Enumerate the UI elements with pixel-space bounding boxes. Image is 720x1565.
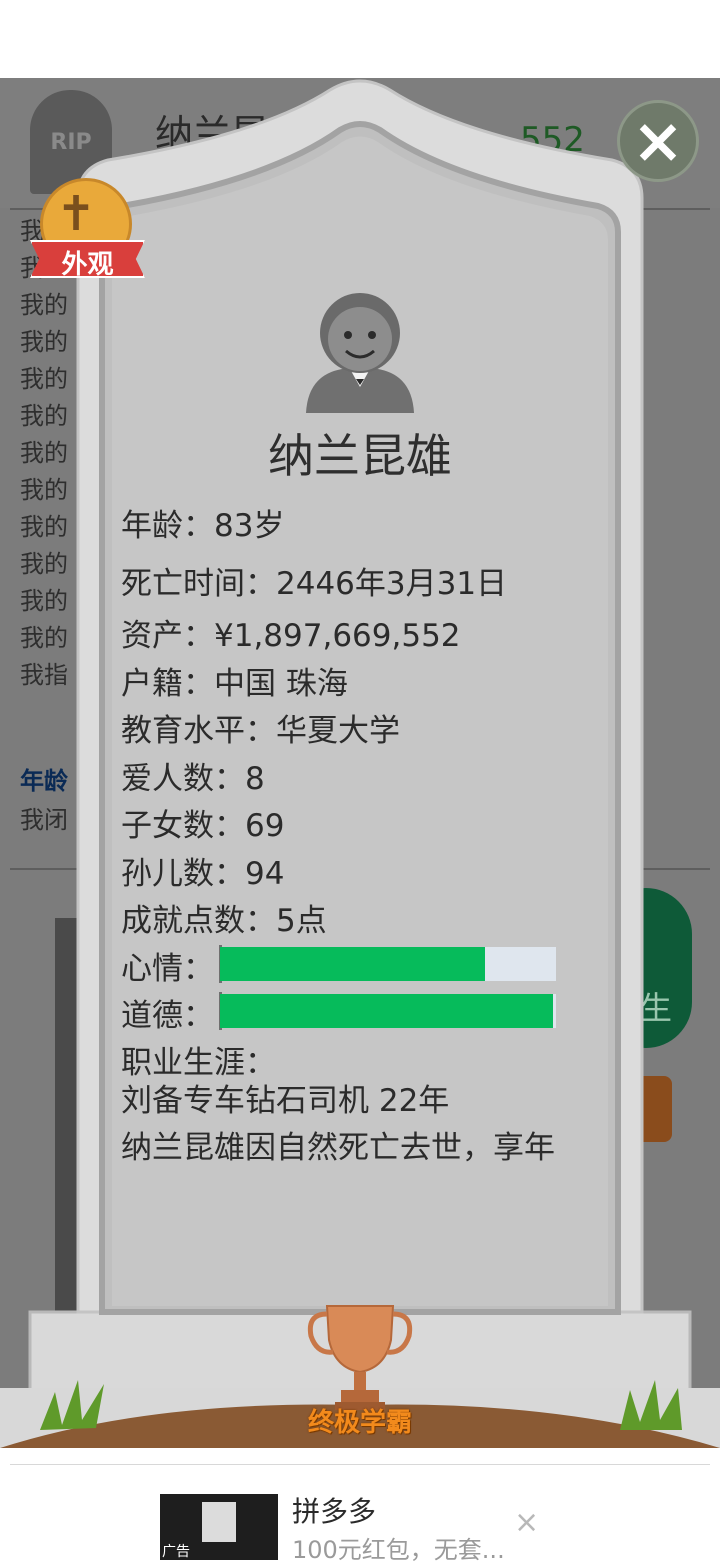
assets-row: 资产：¥1,897,669,552 [121,610,461,655]
career-description: 纳兰昆雄因自然死亡去世，享年 [121,1130,555,1162]
spouses-value: 8 [245,761,265,797]
career-value: 刘备专车钻石司机 22年 [121,1083,450,1119]
ad-image-content [202,1502,236,1542]
mood-bar [220,947,556,981]
achievement-row: 成就点数：5点 [121,895,327,940]
death-date-value: 2446年3月31日 [276,566,508,602]
mood-label: 心情： [121,951,214,987]
death-date-row: 死亡时间：2446年3月31日 [121,558,507,603]
cross-icon: ✝ [55,186,97,242]
children-value: 69 [245,808,285,844]
avatar [306,293,414,413]
assets-value: ¥1,897,669,552 [214,618,461,654]
hometown-value: 中国 珠海 [214,666,348,702]
ad-tag: 广告 [162,1544,190,1560]
children-row: 子女数：69 [121,800,284,845]
ad-title[interactable]: 拼多多 [292,1490,376,1530]
grandchildren-value: 94 [245,856,285,892]
ad-image[interactable]: 广告 [160,1494,278,1560]
close-icon: × [632,104,684,177]
close-button[interactable]: × [617,100,699,182]
education-value: 华夏大学 [276,713,400,749]
spouses-label: 爱人数： [121,761,245,797]
morality-label: 道德： [121,998,214,1034]
morality-bar [220,994,556,1028]
assets-label: 资产： [121,618,214,654]
hometown-row: 户籍：中国 珠海 [121,658,348,703]
appearance-label: 外观 [61,250,114,280]
spouses-row: 爱人数：8 [121,753,265,798]
achievement-label: 成就点数： [121,903,276,939]
appearance-button[interactable]: ✝ 外观 [30,178,145,283]
grandchildren-row: 孙儿数：94 [121,848,284,893]
morality-bar-fill [220,994,553,1028]
education-row: 教育水平：华夏大学 [121,705,400,750]
trophy-label: 终极学霸 [307,1408,412,1438]
age-row: 年龄：83岁 [121,500,284,545]
status-area [0,0,720,78]
death-date-label: 死亡时间： [121,566,276,602]
age-value: 83岁 [214,508,285,544]
achievement-value: 5点 [276,903,327,939]
hometown-label: 户籍： [121,666,214,702]
children-label: 子女数： [121,808,245,844]
deceased-name: 纳兰昆雄 [268,429,452,483]
education-label: 教育水平： [121,713,276,749]
ad-close-icon[interactable]: × [514,1505,539,1540]
grandchildren-label: 孙儿数： [121,856,245,892]
age-label: 年龄： [121,508,214,544]
divider [10,1464,710,1465]
mood-bar-fill [220,947,486,981]
trophy-icon [307,1305,413,1410]
